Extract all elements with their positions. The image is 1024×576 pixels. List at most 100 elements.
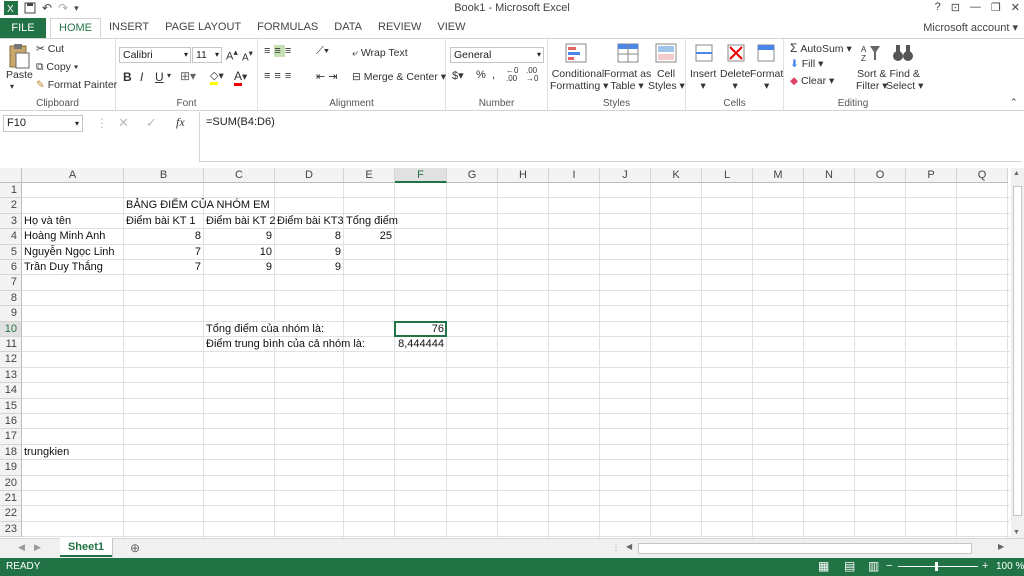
row-header-16[interactable]: 16 — [0, 414, 22, 430]
sheet-prev-icon[interactable]: ◀ — [18, 542, 25, 553]
column-header-p[interactable]: P — [906, 168, 957, 183]
row-header-19[interactable]: 19 — [0, 460, 22, 476]
comma-icon[interactable]: , — [492, 69, 495, 81]
cell-b6[interactable]: 7 — [124, 260, 204, 275]
row-header-13[interactable]: 13 — [0, 367, 22, 384]
cell-d5[interactable]: 9 — [275, 245, 344, 260]
cell-c3[interactable]: Điểm bài KT 2 — [206, 214, 276, 229]
cell-d4[interactable]: 8 — [275, 229, 344, 244]
merge-center-button[interactable]: ⊟ Merge & Center ▾ — [352, 71, 446, 83]
collapse-ribbon-icon[interactable]: ⌃ — [1010, 97, 1018, 108]
cell-e3[interactable]: Tổng điểm — [346, 214, 398, 229]
row-header-3[interactable]: 3 — [0, 213, 22, 230]
row-header-23[interactable]: 23 — [0, 521, 22, 538]
cell-c11[interactable]: Điểm trung bình của cả nhóm là: — [206, 337, 365, 352]
vertical-scroll-thumb[interactable] — [1013, 186, 1022, 516]
select-all-corner[interactable] — [0, 168, 22, 183]
zoom-out-icon[interactable]: − — [886, 560, 892, 572]
cell-f11[interactable]: 8,444444 — [395, 337, 447, 352]
row-header-4[interactable]: 4 — [0, 229, 22, 245]
hscroll-more-icon[interactable]: ⋮ — [612, 543, 620, 552]
cell-a4[interactable]: Hoàng Minh Anh — [24, 229, 105, 244]
italic-icon[interactable]: I — [140, 70, 143, 84]
zoom-slider[interactable] — [898, 566, 978, 567]
row-header-2[interactable]: 2 — [0, 198, 22, 214]
sheet-next-icon[interactable]: ▶ — [34, 542, 41, 553]
row-header-5[interactable]: 5 — [0, 244, 22, 260]
ribbon-display-icon[interactable]: ⊡ — [951, 1, 960, 14]
sheet-tab-sheet1[interactable]: Sheet1 — [60, 538, 112, 557]
column-header-l[interactable]: L — [702, 168, 753, 183]
enter-icon[interactable]: ✓ — [146, 115, 157, 131]
column-header-c[interactable]: C — [204, 168, 275, 183]
paste-button[interactable]: Paste — [6, 69, 33, 81]
underline-icon[interactable]: U — [155, 70, 164, 84]
grow-font-icon[interactable]: A▴ — [226, 47, 238, 63]
copy-button[interactable]: ⧉ Copy ▾ — [36, 61, 78, 74]
tab-page-layout[interactable]: PAGE LAYOUT — [157, 18, 249, 38]
autosum-button[interactable]: Σ AutoSum ▾ — [790, 41, 852, 55]
cell-styles-button[interactable]: Cell Styles ▾ — [648, 68, 685, 92]
tab-data[interactable]: DATA — [326, 18, 370, 38]
row-header-14[interactable]: 14 — [0, 383, 22, 399]
format-button[interactable]: Format ▾ — [750, 68, 783, 92]
paste-icon[interactable] — [8, 43, 30, 69]
column-header-i[interactable]: I — [549, 168, 600, 183]
font-name-select[interactable]: Calibri ▾ — [119, 47, 191, 63]
cell-c5[interactable]: 10 — [204, 245, 275, 260]
row-header-20[interactable]: 20 — [0, 475, 22, 491]
column-header-e[interactable]: E — [344, 168, 395, 183]
column-header-b[interactable]: B — [124, 168, 204, 183]
row-header-15[interactable]: 15 — [0, 398, 22, 414]
row-header-21[interactable]: 21 — [0, 491, 22, 507]
row-header-11[interactable]: 11 — [0, 337, 22, 353]
indent-icons[interactable]: ⇤ ⇥ — [316, 70, 338, 83]
close-icon[interactable]: ✕ — [1011, 1, 1020, 14]
zoom-level[interactable]: 100 % — [996, 561, 1024, 572]
fill-button[interactable]: ⬇ Fill ▾ — [790, 58, 823, 70]
column-header-d[interactable]: D — [275, 168, 344, 183]
increase-decimal-icon[interactable]: ←0.00 — [506, 67, 518, 83]
help-icon[interactable]: ? — [935, 1, 941, 14]
cell-c6[interactable]: 9 — [204, 260, 275, 275]
new-sheet-icon[interactable]: ⊕ — [130, 541, 140, 555]
cell-b2[interactable]: BẢNG ĐIỂM CỦA NHÓM EM — [126, 198, 270, 213]
font-size-select[interactable]: 11 ▾ — [192, 47, 222, 63]
format-painter-button[interactable]: ✎ Format Painter — [36, 79, 117, 91]
account-menu[interactable]: Microsoft account ▾ — [923, 21, 1018, 34]
hscroll-left-icon[interactable]: ◀ — [626, 542, 632, 551]
cell-a6[interactable]: Trần Duy Thắng — [24, 260, 103, 275]
cancel-icon[interactable]: ✕ — [118, 115, 129, 131]
row-header-9[interactable]: 9 — [0, 306, 22, 322]
restore-icon[interactable]: ❐ — [991, 1, 1001, 14]
number-format-select[interactable]: General ▾ — [450, 47, 544, 63]
delete-button[interactable]: Delete ▾ — [720, 68, 750, 92]
tab-review[interactable]: REVIEW — [370, 18, 429, 38]
insert-button[interactable]: Insert ▾ — [690, 68, 716, 92]
normal-view-icon[interactable]: ▦ — [818, 559, 829, 573]
find-select-button[interactable]: Find & Select ▾ — [886, 68, 923, 92]
font-color-icon[interactable]: A▾ — [234, 69, 247, 86]
decrease-decimal-icon[interactable]: .00 →0 — [526, 67, 538, 83]
minimize-icon[interactable]: — — [970, 1, 981, 14]
column-header-h[interactable]: H — [498, 168, 549, 183]
page-layout-view-icon[interactable]: ▤ — [844, 559, 855, 573]
row-header-7[interactable]: 7 — [0, 275, 22, 291]
underline-dropdown-icon[interactable]: ▾ — [167, 71, 171, 80]
column-header-f[interactable]: F — [395, 168, 447, 183]
tab-file[interactable]: FILE — [0, 18, 46, 38]
column-header-m[interactable]: M — [753, 168, 804, 183]
page-break-view-icon[interactable]: ▥ — [868, 559, 879, 573]
orientation-icon[interactable]: ⟋▾ — [316, 45, 329, 58]
cell-c4[interactable]: 9 — [204, 229, 275, 244]
cell-d3[interactable]: Điểm bài KT3 — [277, 214, 344, 229]
row-header-10[interactable]: 10 — [0, 321, 22, 337]
column-header-o[interactable]: O — [855, 168, 906, 183]
cell-d6[interactable]: 9 — [275, 260, 344, 275]
tab-insert[interactable]: INSERT — [101, 18, 157, 38]
scroll-down-icon[interactable]: ▼ — [1013, 529, 1020, 536]
tab-formulas[interactable]: FORMULAS — [249, 18, 326, 38]
sort-filter-button[interactable]: Sort & Filter ▾ — [856, 68, 888, 92]
cell-a3[interactable]: Họ và tên — [24, 214, 71, 229]
column-header-j[interactable]: J — [600, 168, 651, 183]
